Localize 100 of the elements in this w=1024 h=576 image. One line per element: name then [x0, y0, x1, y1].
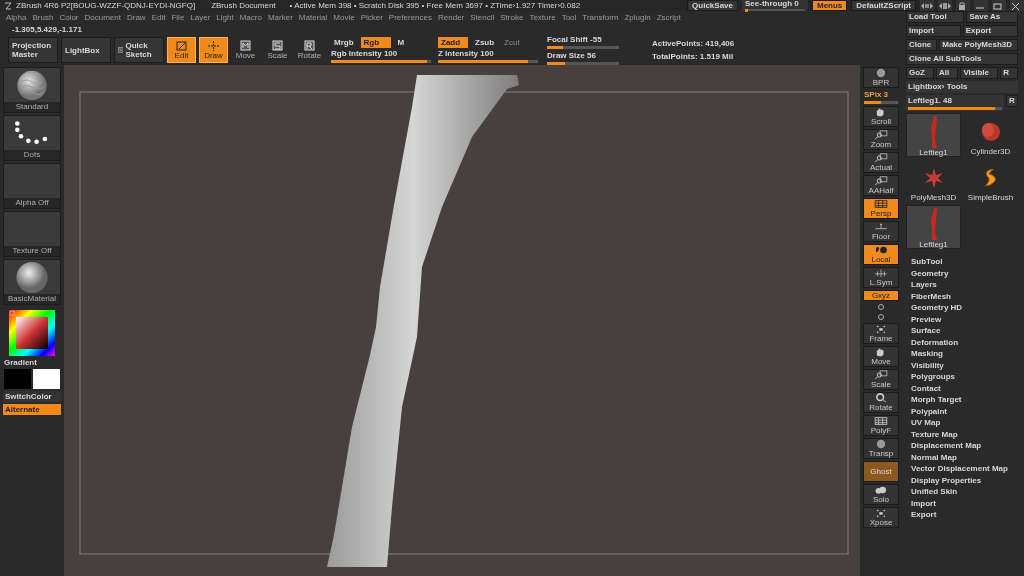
- tool-thumbnail[interactable]: Cylinder3D: [963, 113, 1018, 157]
- view-button[interactable]: L.Sym: [863, 267, 899, 288]
- subpalette-item[interactable]: Polypaint: [911, 406, 1018, 416]
- quicksave-button[interactable]: QuickSave: [687, 0, 738, 11]
- view-button[interactable]: Solo: [863, 484, 899, 505]
- palette-button[interactable]: Make PolyMesh3D: [939, 39, 1018, 51]
- stroke-thumbnail[interactable]: Dots: [3, 115, 61, 161]
- minimize-button[interactable]: [974, 0, 988, 11]
- view-button[interactable]: Persp: [863, 198, 899, 219]
- palette-button[interactable]: R: [1000, 67, 1018, 79]
- texture-thumbnail[interactable]: Texture Off: [3, 211, 61, 257]
- move-mode-button[interactable]: Move: [231, 37, 260, 63]
- subpalette-item[interactable]: UV Map: [911, 418, 1018, 428]
- alpha-thumbnail[interactable]: Alpha Off: [3, 163, 61, 209]
- view-button[interactable]: Actual: [863, 152, 899, 173]
- view-button[interactable]: Local: [863, 244, 899, 265]
- tool-thumbnail[interactable]: PolyMesh3D: [906, 159, 961, 203]
- arrows-button[interactable]: [920, 0, 934, 11]
- subpalette-item[interactable]: Preview: [911, 314, 1018, 324]
- primary-color-swatch[interactable]: [4, 369, 31, 389]
- palette-button[interactable]: GoZ: [906, 67, 935, 79]
- subpalette-item[interactable]: Polygroups: [911, 372, 1018, 382]
- subpalette-item[interactable]: Visibility: [911, 360, 1018, 370]
- toolbar-button[interactable]: LightBox: [61, 37, 111, 63]
- subpalette-item[interactable]: SubTool: [911, 257, 1018, 267]
- subpalette-item[interactable]: Unified Skin: [911, 487, 1018, 497]
- menu-item[interactable]: Zplugin: [624, 13, 651, 22]
- menu-item[interactable]: Stroke: [500, 13, 524, 22]
- view-button[interactable]: Scale: [863, 369, 899, 390]
- z-toggle[interactable]: Zadd: [438, 37, 468, 48]
- palette-button[interactable]: Save As: [966, 11, 1018, 23]
- view-button[interactable]: Xpose: [863, 507, 899, 528]
- tool-thumbnail[interactable]: SimpleBrush: [963, 159, 1018, 203]
- toolbar-button[interactable]: Quick Sketch: [114, 37, 164, 63]
- draw-size-slider[interactable]: Draw Size 56: [547, 51, 619, 65]
- palette-button[interactable]: Import: [906, 25, 961, 37]
- view-button[interactable]: Frame: [863, 323, 899, 344]
- subpalette-item[interactable]: Texture Map: [911, 429, 1018, 439]
- see-through-slider[interactable]: See-through 0: [742, 0, 808, 11]
- view-button[interactable]: Ghost: [863, 461, 899, 482]
- subpalette-item[interactable]: Geometry HD: [911, 303, 1018, 313]
- z-toggle[interactable]: Zsub: [472, 37, 498, 48]
- menu-item[interactable]: Brush: [32, 13, 54, 22]
- menu-item[interactable]: Edit: [151, 13, 166, 22]
- rgb-intensity-slider[interactable]: Rgb Intensity 100: [331, 49, 431, 63]
- subpalette-item[interactable]: Export: [911, 510, 1018, 520]
- zscript-button[interactable]: DefaultZScript: [851, 0, 916, 11]
- view-button[interactable]: AAHalf: [863, 175, 899, 196]
- subpalette-item[interactable]: Deformation: [911, 337, 1018, 347]
- rgb-toggle[interactable]: Rgb: [360, 37, 391, 48]
- toolbar-button[interactable]: Projection Master: [8, 37, 58, 63]
- menu-item[interactable]: Stencil: [470, 13, 495, 22]
- menu-item[interactable]: Material: [298, 13, 328, 22]
- secondary-color-swatch[interactable]: [33, 369, 60, 389]
- subpalette-item[interactable]: Masking: [911, 349, 1018, 359]
- menus-button[interactable]: Menus: [812, 0, 848, 11]
- view-button[interactable]: Scroll: [863, 106, 899, 127]
- subpalette-item[interactable]: Import: [911, 498, 1018, 508]
- subpalette-item[interactable]: Surface: [911, 326, 1018, 336]
- draw-mode-button[interactable]: Draw: [199, 37, 228, 63]
- view-button[interactable]: Floor: [863, 221, 899, 242]
- view-button[interactable]: Gxyz: [863, 290, 899, 301]
- reset-button[interactable]: R: [1006, 95, 1018, 107]
- view-button[interactable]: Transp: [863, 438, 899, 459]
- view-button[interactable]: Move: [863, 346, 899, 367]
- rgb-toggle[interactable]: Mrgb: [331, 37, 357, 48]
- lightbox-tools-button[interactable]: Lightbox› Tools: [906, 81, 1018, 93]
- menu-item[interactable]: Light: [216, 13, 234, 22]
- palette-button[interactable]: Clone All SubTools: [906, 53, 1018, 65]
- menu-item[interactable]: File: [171, 13, 185, 22]
- menu-item[interactable]: Alpha: [6, 13, 27, 22]
- palette-button[interactable]: Export: [962, 25, 1018, 37]
- subpalette-item[interactable]: Vector Displacement Map: [911, 464, 1018, 474]
- rgb-toggle[interactable]: M: [394, 37, 408, 48]
- tool-thumbnail[interactable]: Leftleg1: [906, 205, 961, 249]
- view-button[interactable]: BPR: [863, 67, 899, 88]
- subpalette-item[interactable]: Display Properties: [911, 475, 1018, 485]
- current-tool-slider[interactable]: Leftleg1. 48: [906, 95, 1004, 111]
- rotate-mode-button[interactable]: Rotate: [295, 37, 324, 63]
- brush-thumbnail[interactable]: Standard: [3, 67, 61, 113]
- spix-slider[interactable]: SPix 3: [864, 90, 898, 104]
- lock-button[interactable]: [956, 0, 970, 11]
- menu-item[interactable]: Render: [438, 13, 465, 22]
- edit-mode-button[interactable]: Edit: [167, 37, 196, 63]
- menu-item[interactable]: Transform: [582, 13, 619, 22]
- menu-item[interactable]: Preferences: [388, 13, 432, 22]
- menu-item[interactable]: Zscript: [656, 13, 681, 22]
- menu-item[interactable]: Picker: [360, 13, 383, 22]
- menu-item[interactable]: Macro: [239, 13, 262, 22]
- menu-item[interactable]: Draw: [126, 13, 146, 22]
- view-button[interactable]: Zoom: [863, 129, 899, 150]
- menu-item[interactable]: Marker: [267, 13, 293, 22]
- menu-item[interactable]: Color: [59, 13, 79, 22]
- menu-item[interactable]: Tool: [561, 13, 577, 22]
- subpalette-item[interactable]: Geometry: [911, 268, 1018, 278]
- palette-button[interactable]: Clone: [906, 39, 938, 51]
- tool-arrows-button[interactable]: [938, 0, 952, 11]
- menu-item[interactable]: Movie: [333, 13, 355, 22]
- restore-button[interactable]: [992, 0, 1006, 11]
- alternate-button[interactable]: Alternate: [3, 404, 61, 415]
